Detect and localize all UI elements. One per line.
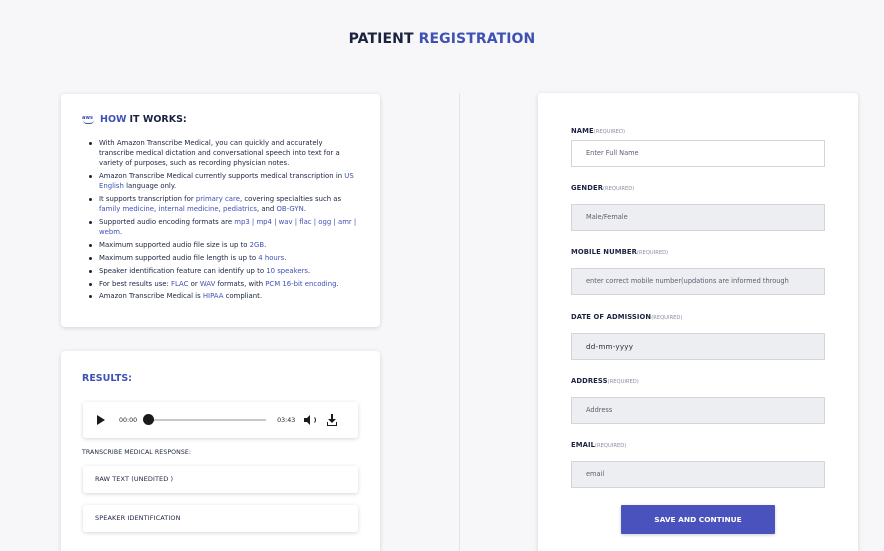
- registration-form-card: NAME(REQUIRED) Enter Full Name GENDER(RE…: [538, 93, 858, 551]
- name-field[interactable]: Enter Full Name: [571, 140, 825, 167]
- email-field[interactable]: email: [571, 461, 825, 488]
- response-label: TRANSCRIBE MEDICAL RESPONSE:: [82, 449, 192, 456]
- current-time: 00:00: [119, 416, 138, 424]
- how-it-works-heading: aws HOW IT WORKS:: [82, 114, 187, 125]
- volume-icon[interactable]: [303, 414, 317, 426]
- aws-logo-icon: aws: [82, 115, 95, 124]
- results-card: RESULTS: 00:00 03:43 TRANSCRIBE MEDICAL …: [61, 351, 380, 551]
- admission-date-label: DATE OF ADMISSION(REQUIRED): [571, 313, 683, 321]
- how-it-works-item: With Amazon Transcribe Medical, you can …: [89, 138, 359, 169]
- how-it-works-item: Supported audio encoding formats are mp3…: [89, 217, 359, 237]
- how-it-works-item: Amazon Transcribe Medical currently supp…: [89, 171, 359, 191]
- admission-date-field[interactable]: dd-mm-yyyy: [571, 333, 825, 360]
- how-it-works-item: It supports transcription for primary ca…: [89, 194, 359, 214]
- how-it-works-item: For best results use: FLAC or WAV format…: [89, 279, 359, 289]
- speaker-identification-button[interactable]: SPEAKER IDENTIFICATION: [83, 505, 358, 532]
- how-heading-accent: HOW: [100, 114, 127, 125]
- how-it-works-item: Speaker identification feature can ident…: [89, 266, 359, 276]
- title-part2: REGISTRATION: [418, 31, 536, 47]
- name-label: NAME(REQUIRED): [571, 127, 625, 135]
- mobile-label: MOBILE NUMBER(REQUIRED): [571, 248, 669, 256]
- how-it-works-item: Maximum supported audio file length is u…: [89, 253, 359, 263]
- address-field[interactable]: Address: [571, 397, 825, 424]
- address-label: ADDRESS(REQUIRED): [571, 377, 639, 385]
- play-icon[interactable]: [97, 415, 105, 425]
- how-it-works-item: Maximum supported audio file size is up …: [89, 240, 359, 250]
- gender-field[interactable]: Male/Female: [571, 204, 825, 231]
- gender-label: GENDER(REQUIRED): [571, 184, 635, 192]
- title-part1: PATIENT: [348, 31, 414, 47]
- save-and-continue-button[interactable]: SAVE AND CONTINUE: [621, 505, 775, 534]
- duration-time: 03:43: [277, 416, 296, 424]
- raw-text-button[interactable]: RAW TEXT (UNEDITED ): [83, 466, 358, 493]
- audio-player: 00:00 03:43: [83, 402, 358, 438]
- seek-bar[interactable]: [143, 414, 267, 425]
- column-divider: [459, 93, 460, 551]
- mobile-field[interactable]: enter correct mobile number(updations ar…: [571, 268, 825, 295]
- seek-knob[interactable]: [143, 414, 155, 425]
- how-it-works-item: Amazon Transcribe Medical is HIPAA compl…: [89, 291, 359, 301]
- page-title: PATIENT REGISTRATION: [0, 31, 884, 47]
- download-icon[interactable]: [327, 414, 338, 426]
- how-it-works-list: With Amazon Transcribe Medical, you can …: [89, 138, 359, 304]
- how-heading-rest: IT WORKS:: [129, 114, 187, 125]
- results-title: RESULTS:: [82, 373, 132, 384]
- email-label: EMAIL(REQUIRED): [571, 441, 627, 449]
- how-it-works-card: aws HOW IT WORKS: With Amazon Transcribe…: [61, 94, 380, 327]
